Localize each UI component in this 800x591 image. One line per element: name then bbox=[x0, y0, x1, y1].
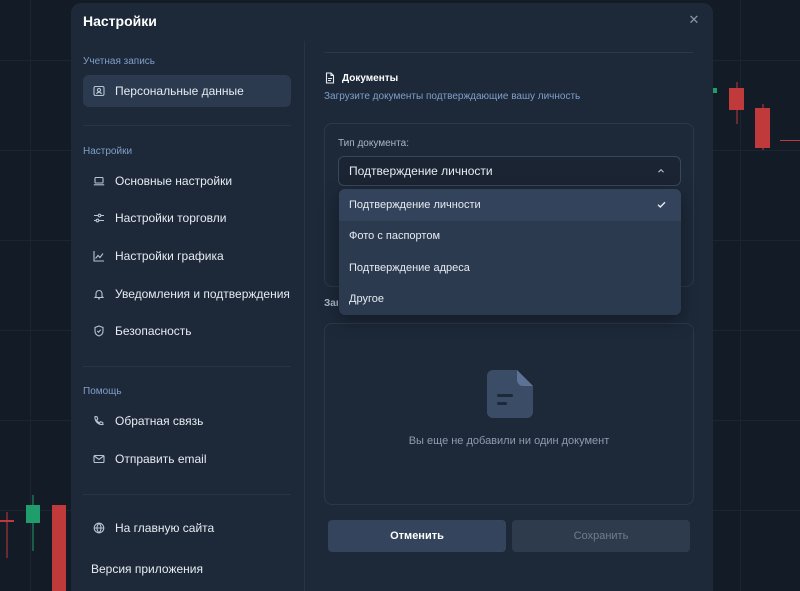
sidebar-item-label: Уведомления и подтверждения bbox=[115, 287, 290, 301]
divider bbox=[83, 366, 291, 367]
checkmark-icon bbox=[656, 199, 667, 210]
sidebar-item-notifications[interactable]: Уведомления и подтверждения bbox=[83, 278, 291, 310]
document-icon bbox=[324, 72, 336, 84]
document-type-dropdown: Подтверждение личности Фото с паспортом … bbox=[339, 189, 681, 315]
upload-label: Заг bbox=[324, 298, 338, 309]
chevron-up-icon bbox=[656, 165, 666, 175]
sidebar-item-label: Безопасность bbox=[115, 324, 192, 338]
app-version-label: Версия приложения bbox=[91, 562, 203, 576]
dropdown-option[interactable]: Подтверждение личности bbox=[339, 189, 681, 221]
section-label-settings: Настройки bbox=[83, 146, 133, 157]
sidebar-item-personal-data[interactable]: Персональные данные bbox=[83, 75, 291, 107]
dropdown-option[interactable]: Фото с паспортом bbox=[339, 221, 681, 253]
sidebar-item-send-email[interactable]: Отправить email bbox=[83, 443, 291, 475]
documents-subtitle: Загрузите документы подтверждающие вашу … bbox=[324, 91, 581, 102]
document-type-select[interactable]: Подтверждение личности bbox=[338, 156, 681, 186]
divider bbox=[324, 52, 693, 53]
globe-icon bbox=[93, 522, 105, 534]
divider bbox=[83, 494, 291, 495]
sidebar-item-label: Обратная связь bbox=[115, 414, 204, 428]
chart-line-icon bbox=[93, 250, 105, 262]
empty-document-icon bbox=[487, 370, 533, 418]
sliders-icon bbox=[93, 212, 105, 224]
save-button[interactable]: Сохранить bbox=[512, 520, 690, 552]
candle bbox=[26, 495, 40, 551]
candle bbox=[755, 104, 770, 150]
sidebar-item-general-settings[interactable]: Основные настройки bbox=[83, 165, 291, 197]
candle bbox=[780, 140, 800, 142]
document-type-selected: Подтверждение личности bbox=[349, 164, 493, 178]
bell-icon bbox=[93, 288, 105, 300]
documents-panel: Документы Загрузите документы подтвержда… bbox=[306, 41, 713, 591]
dropdown-option[interactable]: Другое bbox=[339, 284, 681, 316]
dropdown-option-label: Другое bbox=[349, 293, 384, 306]
modal-title: Настройки bbox=[83, 13, 157, 29]
documents-heading: Документы bbox=[324, 72, 398, 84]
sidebar-item-homepage[interactable]: На главную сайта bbox=[83, 512, 291, 544]
document-type-label: Тип документа: bbox=[338, 138, 409, 149]
empty-state-text: Вы еще не добавили ни один документ bbox=[408, 435, 610, 447]
section-label-account: Учетная запись bbox=[83, 56, 156, 67]
close-icon: ✕ bbox=[688, 12, 700, 27]
dropdown-option-label: Подтверждение адреса bbox=[349, 261, 470, 274]
sidebar-item-chart-settings[interactable]: Настройки графика bbox=[83, 240, 291, 272]
mail-icon bbox=[93, 453, 105, 465]
candle bbox=[729, 82, 744, 124]
sidebar-item-label: Настройки торговли bbox=[115, 211, 227, 225]
settings-sidebar: Учетная запись Персональные данные Настр… bbox=[71, 41, 305, 591]
dropdown-option-label: Подтверждение личности bbox=[349, 198, 481, 211]
upload-dropzone[interactable]: Вы еще не добавили ни один документ bbox=[324, 323, 694, 505]
cancel-button[interactable]: Отменить bbox=[328, 520, 506, 552]
modal-header: Настройки ✕ bbox=[71, 3, 713, 41]
user-card-icon bbox=[93, 85, 105, 97]
close-button[interactable]: ✕ bbox=[685, 11, 703, 29]
dropdown-option-label: Фото с паспортом bbox=[349, 230, 441, 243]
sidebar-item-label: Отправить email bbox=[115, 452, 207, 466]
sidebar-item-label: Настройки графика bbox=[115, 249, 224, 263]
divider bbox=[83, 125, 291, 126]
shield-icon bbox=[93, 325, 105, 337]
sidebar-item-label: Персональные данные bbox=[115, 84, 244, 98]
settings-modal: Настройки ✕ Учетная запись Персональные … bbox=[71, 3, 713, 591]
sidebar-item-trading-settings[interactable]: Настройки торговли bbox=[83, 202, 291, 234]
laptop-icon bbox=[93, 175, 105, 187]
candle bbox=[713, 88, 717, 93]
sidebar-item-feedback[interactable]: Обратная связь bbox=[83, 405, 291, 437]
section-label-help: Помощь bbox=[83, 386, 122, 397]
candle bbox=[0, 512, 14, 558]
sidebar-item-label: На главную сайта bbox=[115, 521, 215, 535]
documents-heading-text: Документы bbox=[342, 72, 399, 84]
dropdown-option[interactable]: Подтверждение адреса bbox=[339, 252, 681, 284]
sidebar-item-label: Основные настройки bbox=[115, 174, 233, 188]
phone-icon bbox=[93, 415, 105, 427]
sidebar-item-security[interactable]: Безопасность bbox=[83, 315, 291, 347]
candle bbox=[52, 505, 66, 591]
